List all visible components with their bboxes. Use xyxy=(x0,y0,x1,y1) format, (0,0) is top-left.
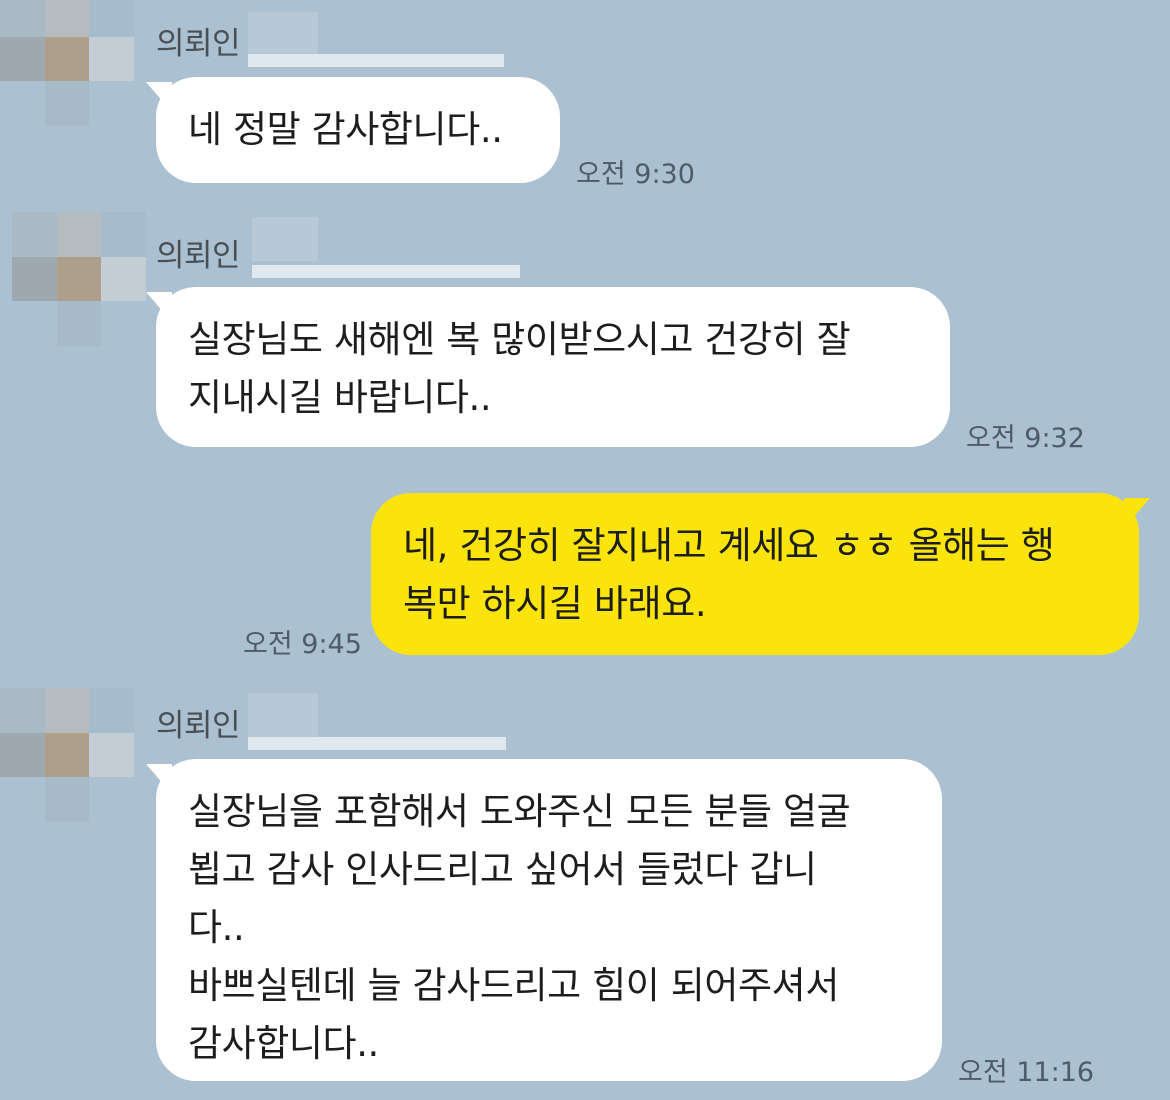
sender-name: 의뢰인 xyxy=(156,238,241,274)
blurred-name-underline xyxy=(248,737,506,750)
message-time: 오전 9:45 xyxy=(243,629,362,660)
sender-avatar[interactable] xyxy=(0,0,134,126)
blurred-name-underline xyxy=(252,265,520,278)
blurred-name-suffix xyxy=(248,12,318,54)
message-bubble[interactable]: 실장님을 포함해서 도와주신 모든 분들 얼굴 뵙고 감사 인사드리고 싶어서 … xyxy=(156,759,942,1081)
sender-avatar[interactable] xyxy=(0,688,134,822)
message-bubble[interactable]: 실장님도 새해엔 복 많이받으시고 건강히 잘 지내시길 바랍니다.. xyxy=(156,287,950,447)
message-time: 오전 9:30 xyxy=(576,159,695,190)
blurred-name-suffix xyxy=(248,693,318,737)
sender-name: 의뢰인 xyxy=(156,26,241,62)
blurred-name-suffix xyxy=(252,217,318,261)
message-bubble[interactable]: 네 정말 감사합니다.. xyxy=(156,77,560,183)
message-bubble[interactable]: 네, 건강히 잘지내고 계세요 ㅎㅎ 올해는 행 복만 하시길 바래요. xyxy=(371,493,1139,655)
message-time: 오전 11:16 xyxy=(958,1057,1095,1088)
message-time: 오전 9:32 xyxy=(966,423,1085,454)
sender-avatar[interactable] xyxy=(12,212,146,346)
sender-name: 의뢰인 xyxy=(156,708,241,744)
blurred-name-underline xyxy=(248,54,504,67)
